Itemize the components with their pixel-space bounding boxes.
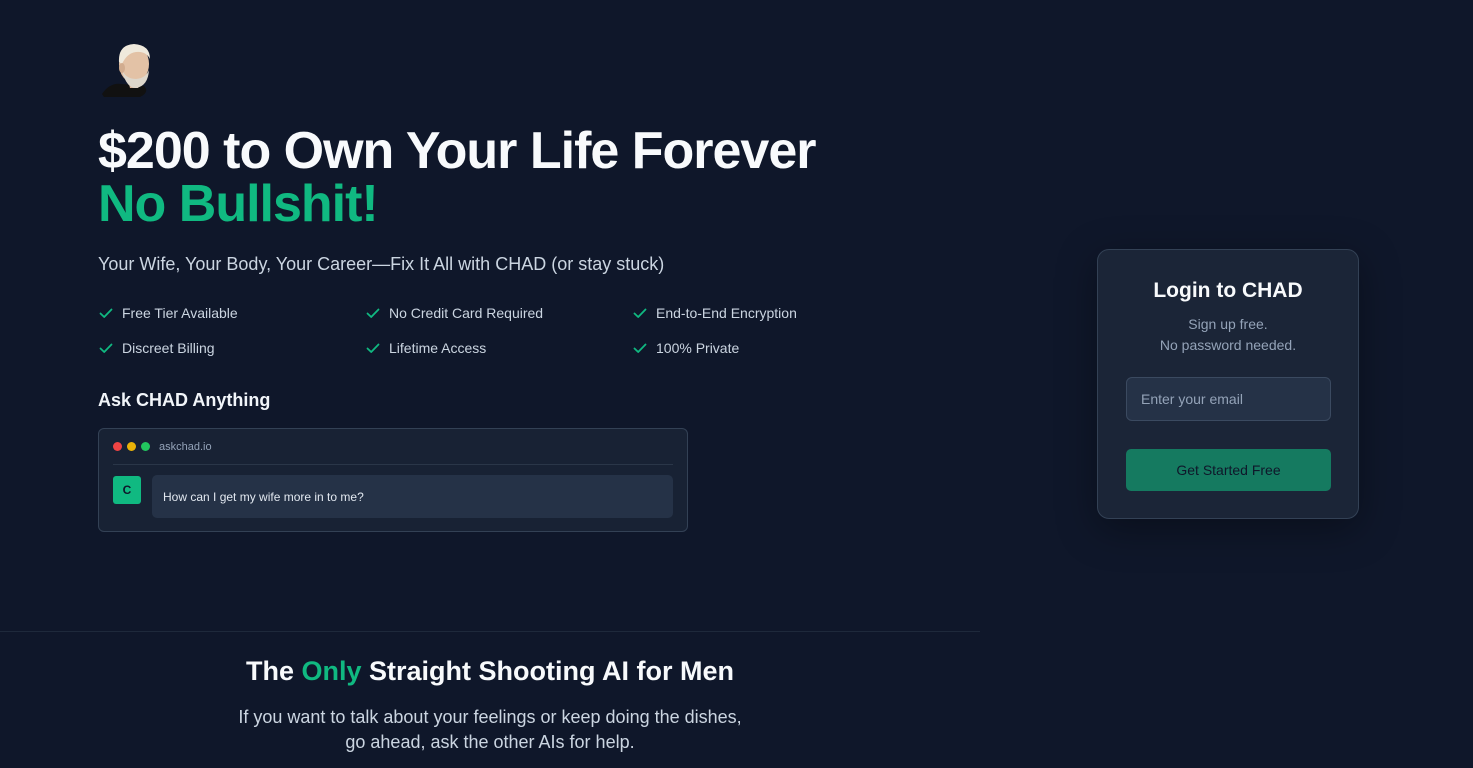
check-icon — [99, 343, 113, 353]
feature-item: 100% Private — [632, 339, 858, 357]
feature-label: Lifetime Access — [389, 340, 487, 356]
section-title-before: The — [246, 656, 302, 686]
section-text-line2: go ahead, ask the other AIs for help. — [345, 732, 635, 752]
minimize-dot-icon — [127, 442, 136, 451]
maximize-dot-icon — [141, 442, 150, 451]
browser-url: askchad.io — [159, 440, 212, 453]
hero-subtitle: Your Wife, Your Body, Your Career—Fix It… — [98, 254, 665, 274]
browser-bar: askchad.io — [113, 429, 673, 465]
email-input[interactable] — [1126, 377, 1331, 421]
login-card: Login to CHAD Sign up free. No password … — [1097, 249, 1359, 519]
get-started-button[interactable]: Get Started Free — [1126, 449, 1331, 491]
ask-chad-title: Ask CHAD Anything — [98, 390, 271, 410]
check-icon — [99, 308, 113, 318]
feature-label: 100% Private — [656, 340, 740, 356]
chat-avatar: C — [113, 476, 141, 504]
landing-page: $200 to Own Your Life Forever No Bullshi… — [0, 0, 1473, 768]
check-icon — [633, 343, 647, 353]
check-icon — [366, 308, 380, 318]
feature-label: No Credit Card Required — [389, 305, 544, 321]
login-title: Login to CHAD — [1153, 279, 1303, 302]
feature-item: Free Tier Available — [98, 304, 365, 322]
section-title: The Only Straight Shooting AI for Men — [0, 656, 980, 687]
section-title-after: Straight Shooting AI for Men — [361, 656, 734, 686]
login-sub-line2: No password needed. — [1159, 337, 1297, 353]
feature-item: Discreet Billing — [98, 339, 365, 357]
section-divider — [0, 631, 980, 632]
hero-headline-accent: No Bullshit! — [98, 175, 379, 233]
section-text: If you want to talk about your feelings … — [0, 705, 980, 755]
feature-label: Free Tier Available — [122, 305, 238, 321]
hero-headline: $200 to Own Your Life Forever — [98, 122, 817, 180]
feature-label: Discreet Billing — [122, 340, 215, 356]
login-subtitle: Sign up free. No password needed. — [1098, 314, 1358, 356]
chat-preview-window: askchad.io C How can I get my wife more … — [98, 428, 688, 532]
check-icon — [366, 343, 380, 353]
feature-list: Free Tier Available No Credit Card Requi… — [98, 304, 858, 357]
chad-avatar-icon — [100, 42, 158, 98]
feature-label: End-to-End Encryption — [656, 305, 797, 321]
feature-item: No Credit Card Required — [365, 304, 632, 322]
chat-message: How can I get my wife more in to me? — [152, 475, 673, 518]
section-text-line1: If you want to talk about your feelings … — [238, 707, 742, 727]
check-icon — [633, 308, 647, 318]
login-sub-line1: Sign up free. — [1188, 316, 1268, 332]
section-title-accent: Only — [301, 656, 362, 686]
feature-item: End-to-End Encryption — [632, 304, 858, 322]
feature-item: Lifetime Access — [365, 339, 632, 357]
close-dot-icon — [113, 442, 122, 451]
